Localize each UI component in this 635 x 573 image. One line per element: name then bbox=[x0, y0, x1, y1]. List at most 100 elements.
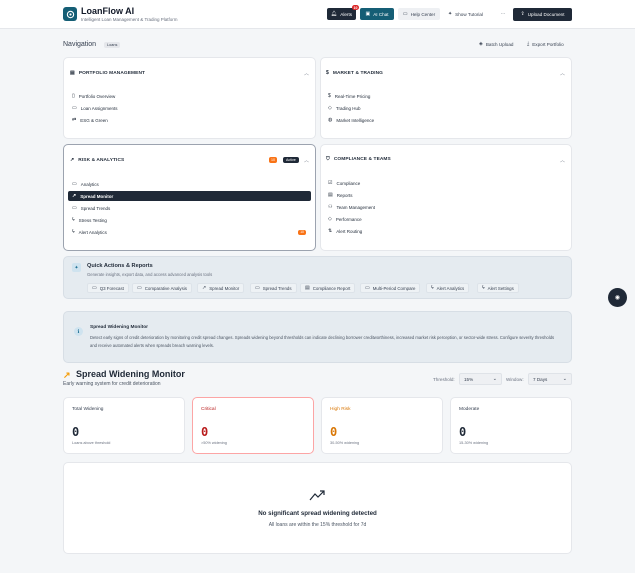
active-badge: Active bbox=[283, 157, 299, 163]
risk-analytics-header[interactable]: ↗ RISK & ANALYTICS bbox=[70, 158, 125, 164]
stat-card-critical: Critical 0 >50% widening bbox=[192, 397, 314, 454]
folder-icon: ▭ bbox=[72, 204, 77, 211]
alerts-count-badge: 10 bbox=[352, 5, 359, 10]
export-portfolio-label: Export Portfolio bbox=[532, 42, 564, 47]
nav-item-analytics[interactable]: ▭ Analytics bbox=[68, 179, 311, 189]
tag-icon: ◇ bbox=[328, 215, 332, 222]
nav-item-alert-routing[interactable]: ⇅ Alert Routing bbox=[324, 226, 567, 236]
export-portfolio-button[interactable]: ⤓ Export Portfolio bbox=[527, 41, 564, 48]
empty-state-subtitle: All loans are within the 15% threshold f… bbox=[268, 522, 367, 528]
chevron-up-icon[interactable]: ︿ bbox=[304, 70, 309, 77]
stat-label: Critical bbox=[201, 407, 216, 412]
loans-badge: Loans bbox=[104, 42, 121, 48]
chip-q3-forecast[interactable]: ▭ Q3 Forecast bbox=[87, 283, 129, 293]
ai-chat-button[interactable]: ▣ AI Chat bbox=[360, 8, 394, 20]
market-trading-header[interactable]: $ MARKET & TRADING bbox=[326, 71, 383, 77]
more-icon: ⋯ bbox=[500, 11, 506, 16]
info-icon: ℹ bbox=[74, 327, 83, 336]
window-select[interactable]: 7 Days ⌄ bbox=[528, 373, 572, 385]
sparkle-icon: ✦ bbox=[72, 263, 81, 272]
nav-item-loan-assignments[interactable]: ▭ Loan Assignments bbox=[68, 103, 311, 113]
threshold-select[interactable]: 15% ⌄ bbox=[459, 373, 502, 385]
handshake-icon: ◇ bbox=[328, 104, 332, 111]
risk-count-badge: 10 bbox=[269, 157, 277, 163]
download-icon: ⤓ bbox=[527, 41, 530, 47]
chevron-up-icon[interactable]: ︿ bbox=[560, 70, 565, 77]
bolt-icon: ϟ bbox=[72, 228, 75, 235]
alerts-button[interactable]: 🔔︎ Alerts 10 bbox=[327, 5, 359, 20]
chevron-up-icon[interactable]: ︿ bbox=[304, 157, 309, 164]
stat-card-total: Total Widening 0 Loans above threshold bbox=[63, 397, 185, 454]
upload-document-button[interactable]: ⇪ Upload Document bbox=[513, 8, 572, 21]
batch-upload-button[interactable]: ◈ Batch Upload bbox=[479, 41, 513, 48]
book-icon: ▭ bbox=[402, 10, 408, 17]
nav-item-compliance[interactable]: ☑ Compliance bbox=[324, 178, 567, 188]
brand-tagline: Intelligent Loan Management & Trading Pl… bbox=[81, 17, 178, 22]
compliance-teams-header[interactable]: ⛉ COMPLIANCE & TEAMS bbox=[326, 157, 391, 163]
risk-analytics-title: RISK & ANALYTICS bbox=[78, 158, 125, 163]
stat-label: High Risk bbox=[330, 407, 351, 412]
checklist-icon: ☑ bbox=[328, 179, 333, 186]
show-tutorial-button[interactable]: ✦ Show Tutorial bbox=[443, 8, 488, 20]
stat-label: Moderate bbox=[459, 407, 480, 412]
nav-item-stress-testing[interactable]: ϟ Stress Testing bbox=[68, 215, 311, 225]
trend-up-icon: ↗ bbox=[202, 284, 207, 291]
empty-state-panel bbox=[63, 462, 572, 554]
users-icon: ⚇ bbox=[328, 203, 333, 210]
folder-icon: ▭ bbox=[137, 284, 142, 291]
page-title: Spread Widening Monitor bbox=[76, 369, 185, 379]
nav-item-market-intelligence[interactable]: ◍ Market Intelligence bbox=[324, 115, 567, 125]
report-icon: ▤ bbox=[305, 284, 310, 291]
bolt-icon: ϟ bbox=[72, 216, 75, 223]
chip-spread-monitor[interactable]: ↗ Spread Monitor bbox=[197, 283, 245, 293]
routing-icon: ⇅ bbox=[328, 227, 333, 234]
nav-item-esg-green[interactable]: ⇄ ESG & Green bbox=[68, 115, 311, 125]
nav-item-trading-hub[interactable]: ◇ Trading Hub bbox=[324, 103, 567, 113]
quick-actions-subtitle: Generate insights, export data, and acce… bbox=[87, 272, 213, 277]
logo-icon bbox=[63, 7, 77, 21]
chip-comparative-analysis[interactable]: ▭ Comparative Analysis bbox=[132, 283, 192, 293]
nav-item-portfolio-overview[interactable]: ▯ Portfolio Overview bbox=[68, 91, 311, 101]
info-banner-text: Detect early signs of credit deteriorati… bbox=[90, 335, 555, 348]
nav-item-spread-monitor[interactable]: ↗ Spread Monitor bbox=[68, 191, 311, 201]
stat-subtext: Loans above threshold bbox=[72, 441, 111, 445]
stat-subtext: >50% widening bbox=[201, 441, 227, 445]
brand-name: LoanFlow AI bbox=[81, 6, 135, 16]
assistant-fab-button[interactable]: ◉ bbox=[608, 288, 627, 307]
nav-item-spread-trends[interactable]: ▭ Spread Trends bbox=[68, 203, 311, 213]
nav-item-real-time-pricing[interactable]: $ Real-Time Pricing bbox=[324, 91, 567, 101]
nav-item-performance[interactable]: ◇ Performance bbox=[324, 214, 567, 224]
layers-icon: ◈ bbox=[479, 41, 483, 47]
page-subtitle: Early warning system for credit deterior… bbox=[63, 381, 161, 387]
nav-item-reports[interactable]: ▤ Reports bbox=[324, 190, 567, 200]
nav-item-alert-analytics[interactable]: ϟ Alert Analytics 10 bbox=[68, 227, 311, 237]
document-icon: ▤ bbox=[70, 70, 75, 76]
info-banner-title: Spread Widening Monitor bbox=[90, 325, 149, 330]
folder-icon: ▭ bbox=[255, 284, 260, 291]
chip-alert-settings[interactable]: ϟ Alert Settings bbox=[477, 283, 519, 293]
upload-document-label: Upload Document bbox=[527, 12, 565, 17]
chip-spread-trends[interactable]: ▭ Spread Trends bbox=[250, 283, 297, 293]
portfolio-management-header[interactable]: ▤ PORTFOLIO MANAGEMENT bbox=[70, 70, 145, 77]
more-menu-button[interactable]: ⋯ bbox=[497, 8, 509, 20]
window-label: Window: bbox=[506, 377, 524, 382]
folder-icon: ▭ bbox=[72, 180, 77, 187]
stat-value: 0 bbox=[201, 425, 209, 439]
threshold-label: Threshold: bbox=[433, 377, 455, 382]
bolt-icon: ϟ bbox=[431, 284, 434, 291]
stat-subtext: 30-50% widening bbox=[330, 441, 360, 445]
bolt-icon: ϟ bbox=[482, 284, 485, 291]
stat-value: 0 bbox=[330, 425, 338, 439]
file-icon: ▯ bbox=[72, 92, 75, 99]
chip-compliance-report[interactable]: ▤ Compliance Report bbox=[300, 283, 356, 293]
folder-icon: ▭ bbox=[365, 284, 370, 291]
chevron-up-icon[interactable]: ︿ bbox=[560, 157, 565, 164]
help-circle-icon: ◉ bbox=[614, 295, 621, 301]
trend-up-icon: ↗ bbox=[63, 370, 71, 380]
help-center-button[interactable]: ▭ Help Center bbox=[398, 8, 440, 20]
chip-multi-period-compare[interactable]: ▭ Multi-Period Compare bbox=[360, 283, 421, 293]
nav-item-team-management[interactable]: ⚇ Team Management bbox=[324, 202, 567, 212]
chip-alert-analytics[interactable]: ϟ Alert Analytics bbox=[426, 283, 470, 293]
folder-icon: ▭ bbox=[72, 104, 77, 111]
globe-icon: ◍ bbox=[328, 116, 333, 123]
